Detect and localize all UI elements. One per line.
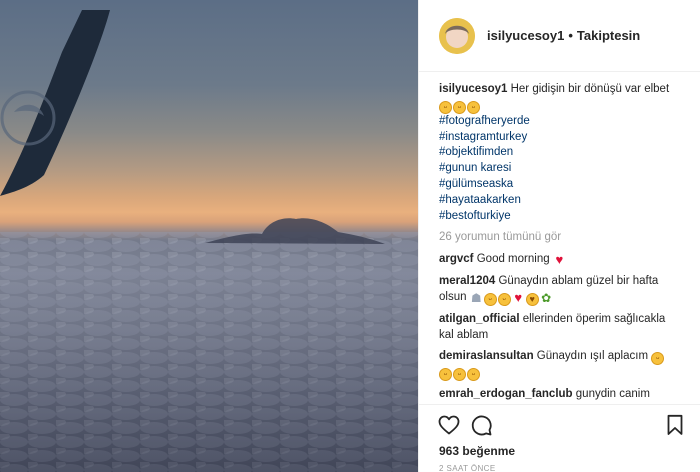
comment-item: meral1204 Günaydın ablam güzel bir hafta… [439, 274, 675, 306]
airplane-wing [0, 10, 110, 196]
post-header: isilyucesoy1 • Takiptesin [419, 0, 700, 72]
comment-item: atilgan_official ellerinden öperim sağlı… [439, 312, 675, 344]
post-sidebar: isilyucesoy1 • Takiptesin isilyucesoy1 H… [418, 0, 700, 472]
bookmark-icon[interactable] [663, 413, 687, 437]
caption-text: Her gidişin bir dönüşü var elbet [510, 83, 670, 95]
like-count-number: 963 [439, 444, 460, 458]
instagram-post: isilyucesoy1 • Takiptesin isilyucesoy1 H… [0, 0, 700, 472]
comment-text: Günaydın ışıl aplacım [536, 350, 649, 363]
grinning-emoji-icon: ᵕ [497, 292, 511, 306]
comment-username[interactable]: meral1204 [439, 275, 495, 287]
header-username[interactable]: isilyucesoy1 [487, 28, 564, 43]
comment-username[interactable]: demiraslansultan [439, 350, 534, 362]
grinning-emoji-icon: ᵕ [467, 100, 480, 114]
post-photo[interactable] [0, 0, 418, 472]
hashtag-link[interactable]: #gunun karesi [439, 161, 675, 177]
hashtag-link[interactable]: #objektifimden [439, 145, 675, 161]
cloud-tower [205, 218, 385, 244]
pray-emoji-icon: ☗ [470, 290, 482, 305]
heart-outline-icon[interactable] [437, 413, 461, 437]
grinning-emoji-icon: ᵕ [453, 100, 466, 114]
hashtag-link[interactable]: #bestofturkiye [439, 209, 675, 225]
grinning-emoji-icon: ᵕ [483, 292, 497, 306]
avatar[interactable] [439, 17, 475, 54]
like-count-label: beğenme [462, 444, 516, 458]
comment-item: argvcf Good morning ♥ [439, 252, 675, 268]
comment-item: demiraslansultan Günaydın ışıl aplacım ᵕ… [439, 349, 675, 382]
avatar-image [439, 17, 475, 54]
heart-emoji-icon: ♥ [514, 289, 523, 305]
photo-scene [0, 10, 418, 472]
bouquet-emoji-icon: ✿ [541, 290, 552, 305]
grinning-emoji-icon: ᵕ [439, 368, 452, 382]
comment-username[interactable]: atilgan_official [439, 313, 520, 325]
caption: isilyucesoy1 Her gidişin bir dönüşü var … [439, 82, 675, 224]
caption-username[interactable]: isilyucesoy1 [439, 83, 507, 95]
comment-text: gunydin canim [575, 388, 650, 401]
grinning-emoji-icon: ᵕ [439, 100, 452, 114]
cloud-shade [0, 232, 418, 472]
comment-username[interactable]: emrah_erdogan_fanclub [439, 388, 573, 400]
comment-username[interactable]: argvcf [439, 253, 474, 265]
grinning-emoji-icon: ᵕ [467, 368, 480, 382]
view-all-comments-link[interactable]: 26 yorumun tümünü gör [439, 230, 675, 246]
speech-bubble-icon[interactable] [469, 413, 493, 437]
comment-item: emrah_erdogan_fanclub gunydin canim [439, 387, 675, 403]
hashtag-link[interactable]: #instagramturkey [439, 130, 675, 146]
action-bar [419, 404, 700, 444]
hashtag-link[interactable]: #gülümseaska [439, 177, 675, 193]
like-count[interactable]: 963 beğenme [439, 444, 515, 458]
hashtag-link[interactable]: #fotografheryerde [439, 114, 675, 130]
post-timestamp: 2 SAAT ÖNCE [439, 464, 496, 472]
heart-eyes-emoji-icon: ♥ [525, 292, 539, 306]
hashtag-link[interactable]: #hayataakarken [439, 193, 675, 209]
comment-text: Good morning [476, 253, 550, 266]
comment-list: isilyucesoy1 Her gidişin bir dönüşü var … [439, 82, 675, 403]
heart-emoji-icon: ♥ [555, 252, 564, 268]
grinning-emoji-icon: ᵕ [453, 368, 466, 382]
grinning-emoji-icon: ᵕ [651, 352, 665, 366]
header-separator: • [568, 28, 573, 43]
follow-status[interactable]: Takiptesin [577, 28, 640, 43]
